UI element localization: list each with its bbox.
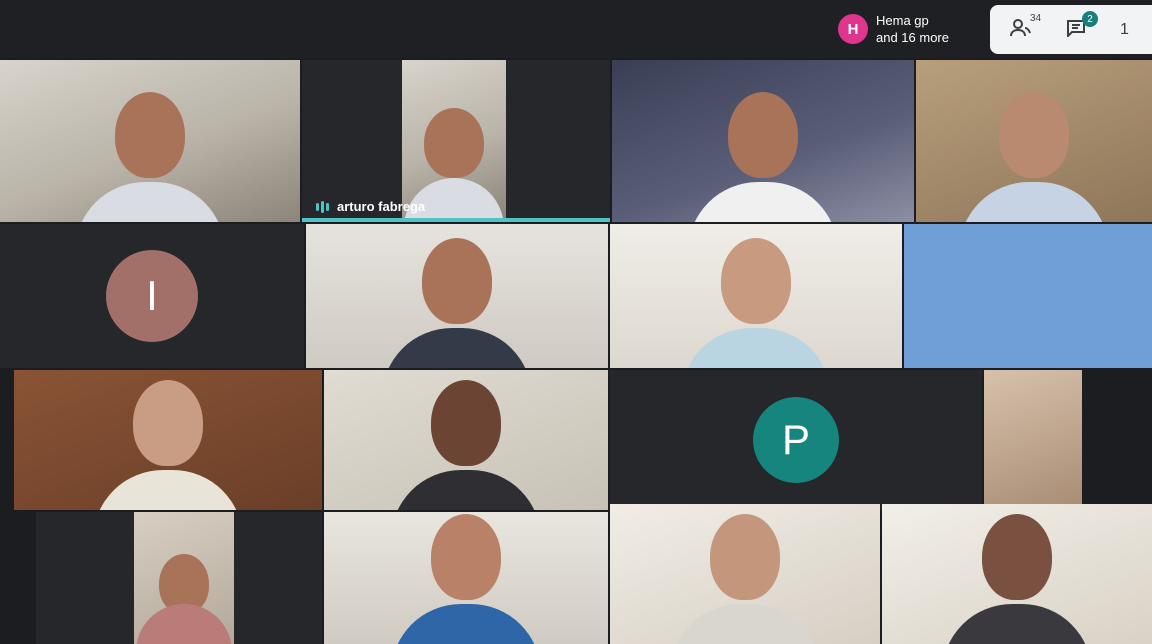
participant-tile[interactable] [324, 370, 608, 510]
participant-video [959, 72, 1109, 222]
participant-tile[interactable] [324, 512, 608, 644]
participant-video [688, 72, 838, 222]
chat-badge: 2 [1082, 11, 1098, 27]
participant-video [382, 224, 532, 368]
participant-name: arturo fabrega [337, 199, 426, 214]
participant-video [402, 60, 506, 218]
participant-name-label: arturo fabrega [316, 199, 425, 214]
participant-tile-avatar[interactable]: I [0, 224, 304, 368]
participant-avatar: I [106, 250, 198, 342]
participant-video [75, 72, 225, 222]
participant-tile[interactable] [984, 370, 1082, 510]
participant-video [670, 504, 820, 644]
participant-video [681, 224, 831, 368]
participant-tile[interactable] [14, 370, 322, 510]
chat-button[interactable]: 2 [1066, 11, 1098, 40]
active-speaker-border [302, 218, 610, 222]
participant-tile[interactable] [0, 60, 300, 222]
people-count: 34 [1030, 13, 1042, 24]
clock-fragment: 1 [1120, 20, 1129, 38]
participant-tile[interactable] [916, 60, 1152, 222]
participant-tile[interactable] [610, 224, 902, 368]
participant-tile[interactable] [612, 60, 914, 222]
participant-video [391, 512, 541, 644]
participant-tile-blank[interactable] [904, 224, 1152, 368]
participant-tile[interactable] [882, 504, 1152, 644]
participant-video [134, 512, 234, 644]
participant-avatar: P [753, 397, 839, 483]
participant-tile[interactable] [36, 512, 322, 644]
speaking-mic-icon [316, 200, 329, 213]
presence-avatar: H [838, 14, 868, 44]
participant-video [942, 504, 1092, 644]
presence-line-1: Hema gp [876, 13, 929, 28]
participant-video [93, 370, 243, 510]
participant-tile[interactable] [306, 224, 608, 368]
people-icon [1010, 19, 1031, 37]
participant-tile-speaking[interactable]: arturo fabrega [302, 60, 610, 222]
people-button[interactable]: 34 [1010, 13, 1041, 40]
presence-line-2: and 16 more [876, 30, 949, 45]
presence-indicator[interactable]: H Hema gp and 16 more [838, 12, 949, 46]
presence-text: Hema gp and 16 more [876, 12, 949, 46]
meeting-controls: 34 2 1 [990, 5, 1152, 54]
participant-tile[interactable] [610, 504, 880, 644]
participant-video [391, 370, 541, 510]
meeting-topbar [0, 0, 1152, 58]
participant-tile-avatar[interactable]: P [610, 370, 982, 510]
